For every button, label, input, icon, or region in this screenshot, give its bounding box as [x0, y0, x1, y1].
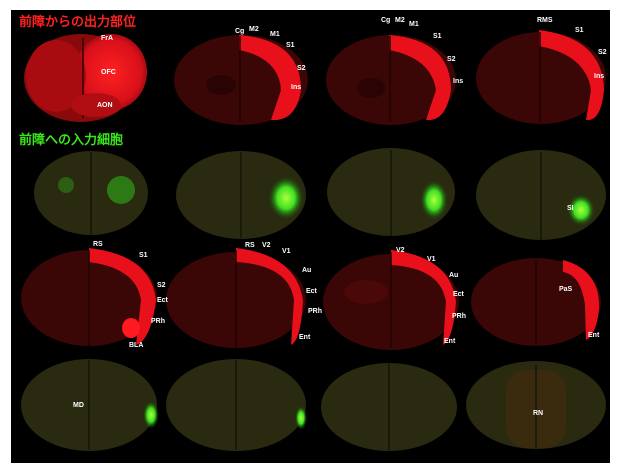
row3-output-sections: [21, 248, 601, 350]
label-v1-2: V1: [427, 256, 436, 263]
heading-output: 前障からの出力部位: [19, 14, 136, 30]
section-posterior-1: [21, 248, 157, 346]
label-v2-2: V2: [396, 247, 405, 254]
label-m1: M1: [270, 31, 280, 38]
section-input-2: [176, 151, 306, 239]
label-m2: M2: [249, 26, 259, 33]
label-rs-2: RS: [245, 242, 255, 249]
label-s2: S2: [297, 65, 306, 72]
label-au: Au: [302, 267, 311, 274]
label-rms: RMS: [537, 17, 553, 24]
label-ect-2: Ect: [306, 288, 318, 295]
row1-output-sections: [24, 30, 606, 125]
label-rs: RS: [93, 241, 103, 248]
brain-sections-figure: 前障からの出力部位 前障への入力細胞 FrA OFC AON Cg M2 M1 …: [19, 14, 607, 451]
label-rn: RN: [533, 410, 543, 417]
label-ent: Ent: [299, 334, 311, 341]
label-ent-3: Ent: [588, 332, 600, 339]
label-cg-2: Cg: [381, 17, 390, 24]
label-au-2: Au: [449, 272, 458, 279]
label-s1-3: S1: [575, 27, 584, 34]
label-fra: FrA: [101, 35, 113, 42]
label-ins-3: Ins: [594, 73, 604, 80]
heading-input: 前障への入力細胞: [19, 132, 123, 148]
section-posterior-4: [471, 258, 601, 346]
label-m2-2: M2: [395, 17, 405, 24]
label-v2: V2: [262, 242, 271, 249]
label-s2-r3: S2: [157, 282, 166, 289]
row4-input-sections: [21, 359, 606, 451]
section-frontal-3: [326, 35, 456, 125]
label-s1-2: S1: [433, 33, 442, 40]
label-prh-2: PRh: [308, 308, 322, 315]
section-midbrain-4: [466, 361, 606, 450]
label-s2-2: S2: [447, 56, 456, 63]
label-prh-3: PRh: [452, 313, 466, 320]
label-v1: V1: [282, 248, 291, 255]
label-bla: BLA: [129, 342, 143, 349]
section-input-4: [476, 150, 606, 240]
label-si: SI: [567, 205, 574, 212]
section-input-1: [34, 151, 148, 235]
label-cg: Cg: [235, 28, 244, 35]
section-frontal-ofc: [24, 34, 147, 122]
label-s1-r3: S1: [139, 252, 148, 259]
section-posterior-3: [323, 250, 459, 350]
section-thalamic-1: [21, 359, 159, 451]
label-s1: S1: [286, 42, 295, 49]
section-input-3: [327, 148, 455, 236]
section-thalamic-3: [321, 363, 457, 451]
label-pas: PaS: [559, 286, 573, 293]
label-ins: Ins: [291, 84, 301, 91]
row2-input-sections: [34, 148, 606, 240]
figure-panel: 前障からの出力部位 前障への入力細胞 FrA OFC AON Cg M2 M1 …: [11, 10, 610, 463]
section-posterior-2: [166, 248, 306, 348]
label-ect: Ect: [157, 297, 169, 304]
label-aon: AON: [97, 102, 113, 109]
label-m1-2: M1: [409, 21, 419, 28]
label-s2-3: S2: [598, 49, 607, 56]
section-frontal-4: [476, 30, 606, 124]
label-ent-2: Ent: [444, 338, 456, 345]
label-md: MD: [73, 402, 84, 409]
section-thalamic-2: [166, 359, 307, 451]
label-ect-3: Ect: [453, 291, 465, 298]
label-ofc: OFC: [101, 69, 116, 76]
label-prh: PRh: [151, 318, 165, 325]
label-ins-2: Ins: [453, 78, 463, 85]
